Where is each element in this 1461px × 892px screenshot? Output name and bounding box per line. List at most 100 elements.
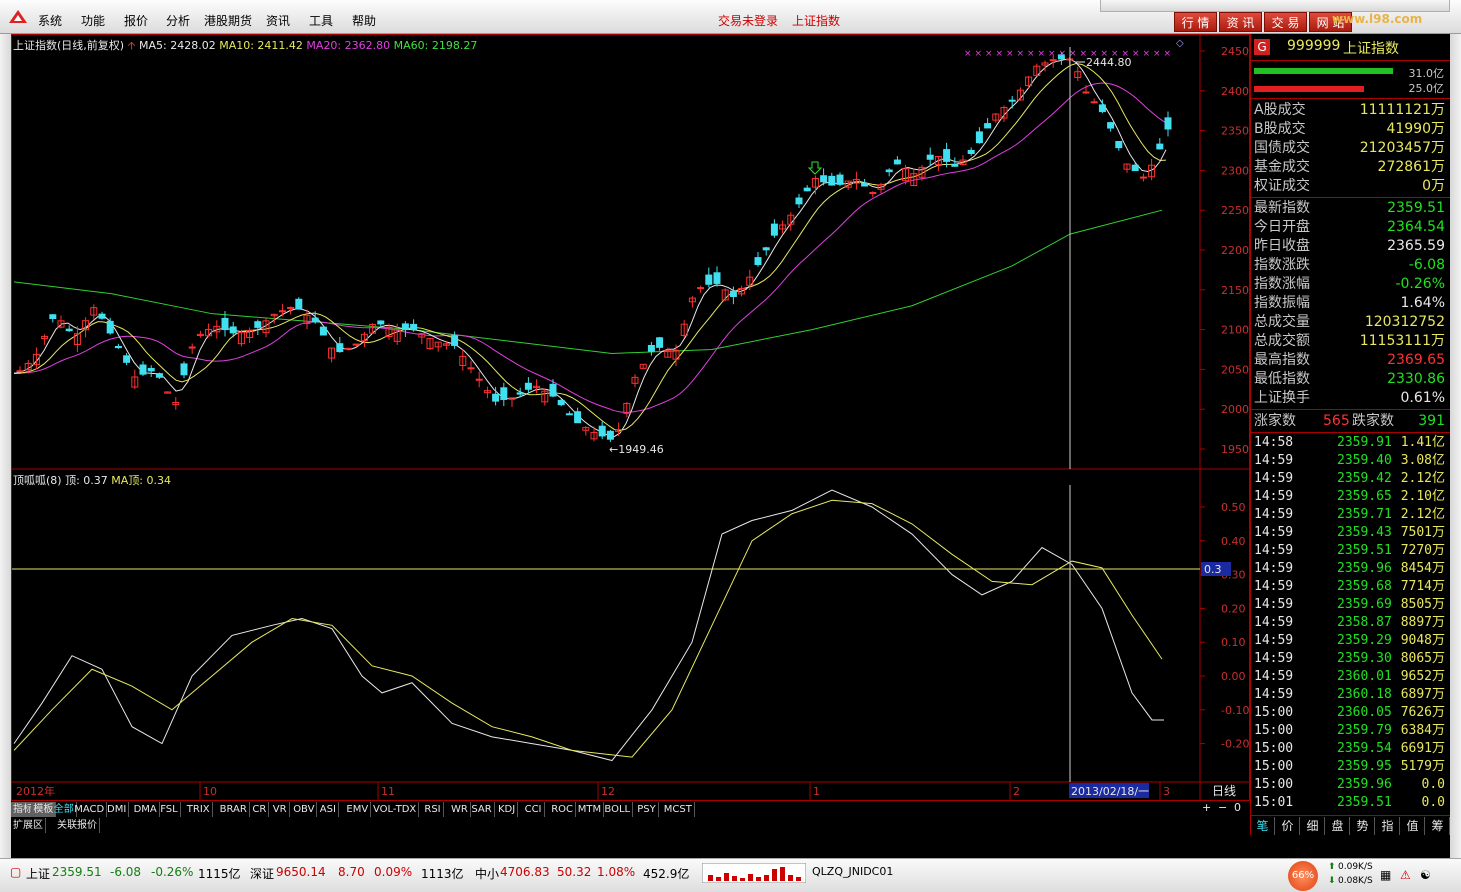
indicator-tab[interactable]: MACD	[72, 802, 108, 817]
signal-marker: ×	[985, 49, 993, 59]
tick-time: 14:59	[1254, 669, 1294, 684]
quote-value: 2369.65	[1387, 352, 1445, 368]
zoom-in-button[interactable]: +	[1202, 801, 1211, 814]
menu-function[interactable]: 功能	[81, 12, 105, 29]
indicator-tab[interactable]: OBV	[291, 802, 318, 817]
tick-price: 2359.95	[1337, 759, 1392, 774]
detail-tab[interactable]: 筹	[1426, 817, 1450, 835]
indicator-tab[interactable]: EMV	[344, 802, 372, 817]
detail-tab[interactable]: 指	[1376, 817, 1400, 835]
tick-row: 14:59 2360.01 9652万	[1251, 668, 1451, 686]
chart-area[interactable]: 上证指数(日线,前复权) 🡩 MA5: 2428.02 MA10: 2411.4…	[11, 34, 1250, 801]
tab-related-quotes[interactable]: 关联报价	[55, 818, 100, 833]
sz-index-label[interactable]: 深证	[250, 865, 274, 882]
price-tick-label: 2400	[1221, 85, 1249, 98]
advance-count: 565	[1323, 413, 1350, 429]
zoom-out-button[interactable]: −	[1218, 801, 1227, 814]
candle-body	[1082, 91, 1090, 94]
indicator-tab[interactable]: KDJ	[496, 802, 519, 817]
sh-index-change: -6.08	[110, 865, 142, 879]
tick-price: 2359.71	[1337, 507, 1392, 522]
indicator-tab[interactable]: ROC	[549, 802, 576, 817]
indicator-tab[interactable]: MCST	[662, 802, 695, 817]
candle-body	[49, 314, 57, 319]
detail-tab[interactable]: 笔	[1251, 817, 1275, 835]
tick-row: 14:59 2359.40 3.08亿	[1251, 452, 1451, 470]
menu-hk-futures[interactable]: 港股期货	[204, 12, 252, 29]
zoom-reset-button[interactable]: 0	[1234, 801, 1241, 814]
detail-tab[interactable]: 价	[1276, 817, 1300, 835]
detail-tab[interactable]: 值	[1401, 817, 1425, 835]
time-label-jan: 1	[813, 785, 820, 798]
tick-volume: 9048万	[1400, 633, 1445, 648]
quote-label: 昨日收盘	[1254, 238, 1310, 254]
market-breadth-icon	[702, 863, 806, 883]
sme-index-label[interactable]: 中小	[475, 865, 499, 882]
candle-body	[500, 387, 508, 400]
indicator-tab[interactable]: FSL	[158, 802, 181, 817]
candle-body	[713, 272, 721, 284]
price-tick-label: 2250	[1221, 204, 1249, 217]
candle-body	[803, 187, 811, 192]
network-icon[interactable]: ☯	[1420, 868, 1431, 882]
candle-body	[1164, 117, 1172, 130]
time-label-oct: 10	[203, 785, 217, 798]
candle-body	[1049, 59, 1057, 62]
kline-chart[interactable]: 2450 2400 2350 2300 2250 2200 2150 2100 2050 2000…	[12, 35, 1249, 800]
tick-time: 15:00	[1254, 705, 1294, 720]
indicator-tab[interactable]: TRIX	[185, 802, 213, 817]
quote-value: 2330.86	[1387, 371, 1445, 387]
indicator-tab[interactable]: DMA	[132, 802, 160, 817]
tick-row: 14:59 2359.30 8065万	[1251, 650, 1451, 668]
detail-tab[interactable]: 势	[1351, 817, 1375, 835]
tab-market[interactable]: 行 情	[1174, 12, 1217, 32]
indicator-tab[interactable]: WR	[449, 802, 471, 817]
tab-info[interactable]: 资 讯	[1219, 12, 1262, 32]
candle-body	[836, 174, 844, 185]
indicator-tab[interactable]: VR	[271, 802, 290, 817]
menu-system[interactable]: 系统	[38, 12, 62, 29]
candle-body	[106, 320, 114, 334]
indicator-tab[interactable]: RSI	[422, 802, 444, 817]
indicator-tab[interactable]: BRAR	[218, 802, 250, 817]
menu-news[interactable]: 资讯	[266, 12, 290, 29]
indicator-tab[interactable]: CCI	[523, 802, 545, 817]
detail-tab[interactable]: 细	[1301, 817, 1325, 835]
signal-marker: ×	[1059, 49, 1067, 59]
tab-extension-area[interactable]: 扩展区	[11, 818, 46, 833]
advance-label: 涨家数	[1254, 413, 1296, 429]
indicator-tab[interactable]: MTM	[576, 802, 605, 817]
candle-body	[869, 192, 877, 195]
indicator-tab[interactable]: PSY	[635, 802, 659, 817]
indicator-tab[interactable]: DMI	[105, 802, 130, 817]
indicator-tab[interactable]: ASI	[318, 802, 339, 817]
sh-index-label[interactable]: 上证	[26, 865, 50, 882]
menu-analysis[interactable]: 分析	[166, 12, 190, 29]
candle-body	[598, 425, 606, 437]
tick-price: 2359.40	[1337, 453, 1392, 468]
menu-help[interactable]: 帮助	[352, 12, 376, 29]
period-label[interactable]: 日线	[1212, 784, 1236, 798]
indicator-tab[interactable]: BOLL	[602, 802, 634, 817]
candle-body	[893, 159, 901, 165]
detail-tab[interactable]: 盘	[1326, 817, 1350, 835]
menu-quote[interactable]: 报价	[124, 12, 148, 29]
candle-body	[524, 382, 532, 390]
quote-row: 上证换手 0.61%	[1251, 389, 1451, 408]
tab-trade[interactable]: 交 易	[1264, 12, 1307, 32]
alert-icon[interactable]: ⚠	[1400, 868, 1411, 882]
tick-volume: 7626万	[1400, 705, 1445, 720]
tick-volume: 7270万	[1400, 543, 1445, 558]
indicator-tab[interactable]: SAR	[469, 802, 495, 817]
tick-row: 15:00 2360.05 7626万	[1251, 704, 1451, 722]
volume-value: 0万	[1422, 178, 1445, 194]
menu-tools[interactable]: 工具	[309, 12, 333, 29]
indicator-tab[interactable]: CR	[250, 802, 270, 817]
candle-body	[885, 169, 893, 173]
candle-body	[139, 364, 147, 375]
tick-price: 2360.01	[1337, 669, 1392, 684]
trade-login-status[interactable]: 交易未登录	[718, 12, 778, 29]
tick-price: 2359.79	[1337, 723, 1392, 738]
indicator-tab[interactable]: VOL-TDX	[371, 802, 420, 817]
up-volume-bar	[1254, 68, 1393, 74]
